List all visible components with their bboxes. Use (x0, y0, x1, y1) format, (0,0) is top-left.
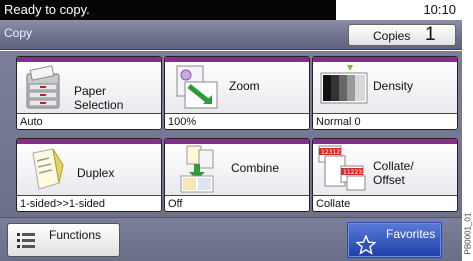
functions-button[interactable]: Functions (7, 223, 120, 257)
star-icon (356, 235, 376, 255)
copies-button[interactable]: Copies 1 (348, 24, 456, 46)
collate-offset-label: Collate/ Offset (373, 159, 414, 187)
density-label: Density (373, 79, 414, 93)
favorites-label: Favorites (386, 227, 436, 241)
combine-label: Combine (231, 161, 280, 175)
functions-label: Functions (49, 228, 102, 242)
status-time: 10:10 (336, 0, 462, 20)
density-tile[interactable]: Density Normal 0 (312, 56, 458, 130)
function-grid: Paper Selection Auto Zoom 100% Density N… (0, 51, 462, 217)
combine-icon (180, 145, 214, 193)
bottom-bar: Functions Favorites (0, 217, 462, 261)
duplex-value: 1-sided>>1-sided (17, 195, 161, 211)
list-icon (17, 233, 35, 248)
copies-count: 1 (425, 24, 436, 45)
zoom-label: Zoom (229, 79, 260, 93)
svg-text:123123: 123123 (321, 149, 344, 156)
image-code: PB0001_01 (463, 212, 473, 255)
collate-offset-icon: 123123 112233 (318, 145, 366, 191)
density-value: Normal 0 (313, 113, 457, 129)
paper-selection-value: Auto (17, 113, 161, 129)
copies-label: Copies (373, 29, 411, 43)
collate-offset-tile[interactable]: 123123 112233 Collate/ Offset Collate (312, 138, 458, 212)
zoom-icon (176, 65, 218, 109)
zoom-value: 100% (165, 113, 309, 129)
status-bar: Ready to copy. 10:10 (0, 0, 462, 20)
duplex-icon (32, 148, 64, 190)
combine-value: Off (165, 195, 309, 211)
screen-title: Copy (4, 26, 33, 40)
density-icon (320, 65, 368, 104)
status-message: Ready to copy. (4, 2, 90, 17)
paper-selection-label: Paper Selection (74, 84, 124, 112)
screen-header: Copy Copies 1 (0, 20, 462, 50)
duplex-label: Duplex (77, 166, 115, 180)
paper-selection-tile[interactable]: Paper Selection Auto (16, 56, 162, 130)
combine-tile[interactable]: Combine Off (164, 138, 310, 212)
collate-offset-value: Collate (313, 195, 457, 211)
favorites-button[interactable]: Favorites (347, 222, 442, 258)
svg-text:112233: 112233 (343, 169, 366, 176)
duplex-tile[interactable]: Duplex 1-sided>>1-sided (16, 138, 162, 212)
paper-selection-icon (26, 65, 60, 109)
zoom-tile[interactable]: Zoom 100% (164, 56, 310, 130)
